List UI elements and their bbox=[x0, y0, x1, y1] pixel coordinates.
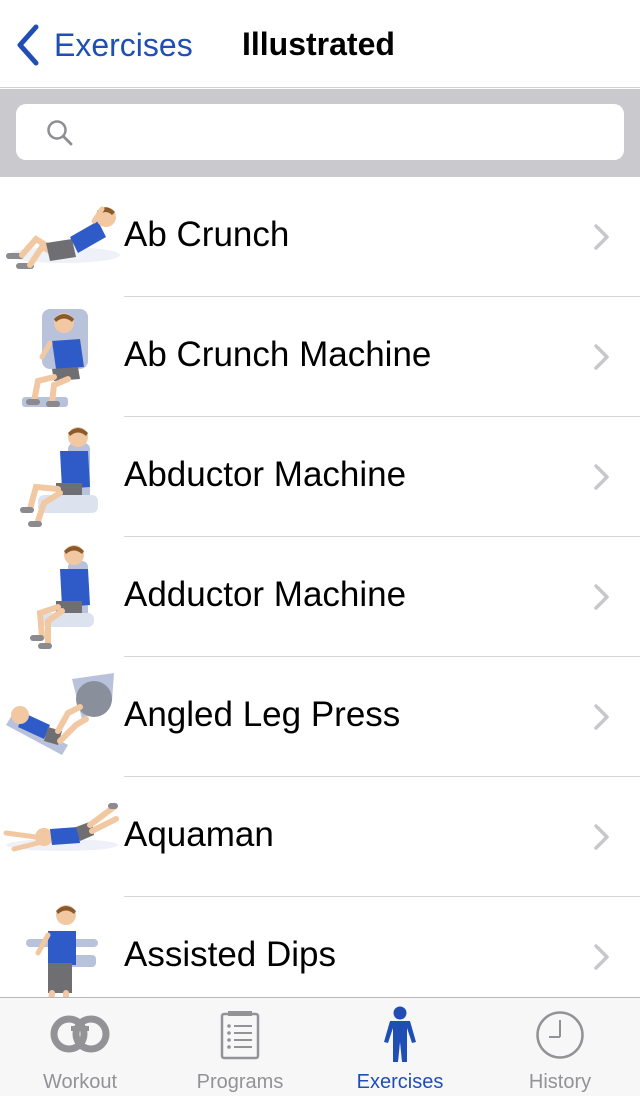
tab-label: Exercises bbox=[356, 1071, 444, 1093]
tab-label: History bbox=[528, 1071, 592, 1093]
navigation-bar: Exercises Illustrated bbox=[0, 0, 640, 88]
search-bar bbox=[0, 89, 640, 177]
rings-icon bbox=[50, 1015, 110, 1053]
back-button-label: Exercises bbox=[54, 26, 193, 63]
chevron-right-icon bbox=[594, 704, 609, 730]
tab-exercises[interactable]: Exercises bbox=[320, 998, 480, 1096]
abductor-machine-illustration bbox=[20, 427, 98, 527]
back-button[interactable]: Exercises bbox=[14, 22, 193, 68]
list-item[interactable]: Ab Crunch bbox=[0, 177, 640, 297]
tab-label: Workout bbox=[42, 1071, 118, 1093]
search-input[interactable] bbox=[86, 112, 606, 152]
tab-label: Programs bbox=[196, 1071, 284, 1093]
exercise-name: Assisted Dips bbox=[124, 935, 337, 974]
exercise-name: Aquaman bbox=[124, 815, 274, 854]
list-item[interactable]: Angled Leg Press bbox=[0, 657, 640, 777]
assisted-dips-illustration bbox=[26, 905, 98, 998]
exercise-name: Adductor Machine bbox=[124, 575, 407, 614]
clock-icon bbox=[536, 1011, 584, 1059]
chevron-right-icon bbox=[594, 824, 609, 850]
exercise-name: Ab Crunch bbox=[124, 215, 290, 254]
chevron-right-icon bbox=[594, 344, 609, 370]
list-item[interactable]: Adductor Machine bbox=[0, 537, 640, 657]
tab-workout[interactable]: Workout bbox=[0, 998, 160, 1096]
person-icon bbox=[384, 1006, 416, 1062]
exercise-name: Angled Leg Press bbox=[124, 695, 401, 734]
exercise-list: Ab Crunch Ab Crunch Machine Abductor Mac… bbox=[0, 177, 640, 998]
exercise-name: Ab Crunch Machine bbox=[124, 335, 432, 374]
list-item[interactable]: Ab Crunch Machine bbox=[0, 297, 640, 417]
adductor-machine-illustration bbox=[30, 545, 94, 649]
chevron-right-icon bbox=[594, 224, 609, 250]
tab-history[interactable]: History bbox=[480, 998, 640, 1096]
list-item[interactable]: Abductor Machine bbox=[0, 417, 640, 537]
tab-programs[interactable]: Programs bbox=[160, 998, 320, 1096]
list-item[interactable]: Assisted Dips bbox=[0, 897, 640, 998]
chevron-right-icon bbox=[594, 944, 609, 970]
chevron-right-icon bbox=[594, 584, 609, 610]
list-icon bbox=[220, 1011, 260, 1060]
list-item[interactable]: Aquaman bbox=[0, 777, 640, 897]
page-title: Illustrated bbox=[242, 26, 395, 62]
search-field[interactable] bbox=[16, 104, 624, 160]
search-icon bbox=[47, 120, 73, 146]
ab-crunch-machine-illustration bbox=[22, 309, 88, 407]
aquaman-illustration bbox=[3, 803, 119, 852]
chevron-left-icon bbox=[17, 24, 39, 66]
ab-crunch-illustration bbox=[6, 206, 120, 269]
tab-bar: Workout Programs Exercises History bbox=[0, 997, 640, 1096]
angled-leg-press-illustration bbox=[6, 673, 114, 755]
exercise-name: Abductor Machine bbox=[124, 455, 407, 494]
chevron-right-icon bbox=[594, 464, 609, 490]
